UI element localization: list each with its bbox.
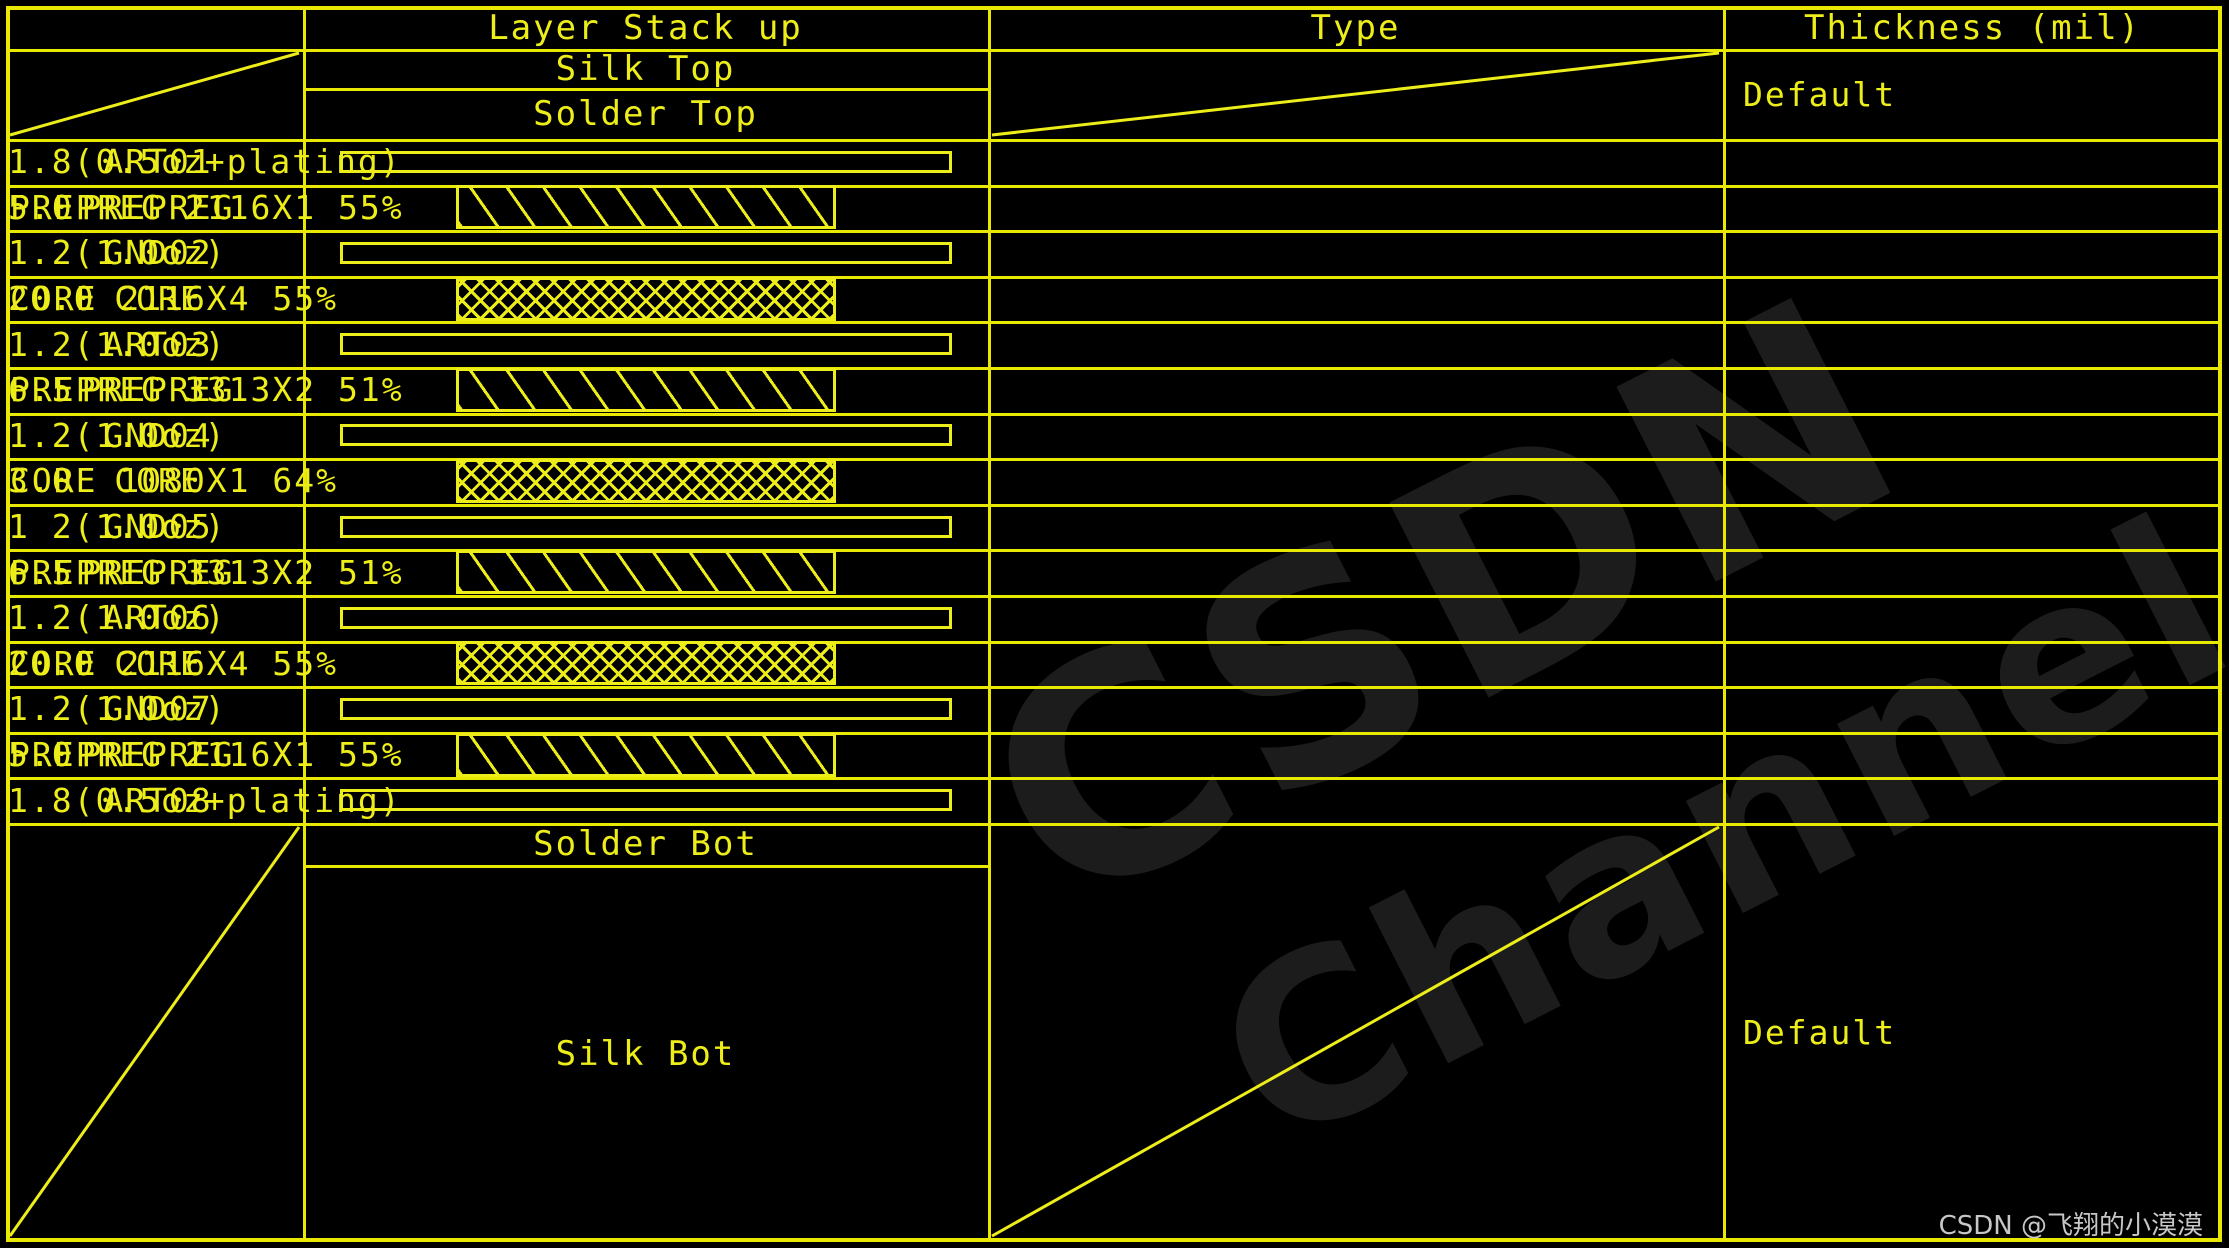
header-type: Type xyxy=(1310,7,1401,48)
stackup-shape-prepreg-5 xyxy=(455,367,836,412)
header-thickness: Thickness (mil) xyxy=(1803,7,2142,48)
stackup-shape-prepreg-9 xyxy=(455,550,836,595)
stackup-shape-copper-10 xyxy=(339,606,952,629)
stackup-shape-copper-12 xyxy=(339,698,952,720)
layer-thickness-11: 20.0 xyxy=(8,643,96,683)
na-slash-top-left xyxy=(9,51,300,137)
stackup-shape-copper-8 xyxy=(339,515,952,538)
grid-vline-stackup-type xyxy=(988,6,991,1242)
stackup-shape-core-7 xyxy=(455,459,836,503)
layer-thickness-7: 3.0 xyxy=(8,461,74,501)
na-slash-bottom-type xyxy=(991,825,1720,1238)
stackup-shape-copper-6 xyxy=(339,424,952,447)
layer-thickness-13: 5.0 xyxy=(8,735,74,775)
layer-thickness-1: 5.0 xyxy=(8,187,74,227)
row-bottom-default-thickness: Default xyxy=(1743,1013,1897,1052)
header-layer-stackup: Layer Stack up xyxy=(488,7,803,48)
row-solder-top-label: Solder Top xyxy=(533,93,758,134)
row-solder-bot-label: Solder Bot xyxy=(533,824,758,864)
stackup-shape-copper-4 xyxy=(339,333,952,356)
row-silk-top-label: Silk Top xyxy=(555,48,736,89)
row-top-default-thickness: Default xyxy=(1743,74,1897,114)
stackup-shape-copper-2 xyxy=(339,242,952,264)
layer-thickness-3: 20.0 xyxy=(8,279,96,319)
stackup-shape-copper-14 xyxy=(339,789,952,812)
csdn-credit-watermark: CSDN @飞翔的小漠漠 xyxy=(1938,1211,2203,1241)
layer-thickness-5: 6.5 xyxy=(8,370,74,410)
stackup-shape-copper-0 xyxy=(339,150,952,173)
stackup-shape-prepreg-1 xyxy=(455,185,836,230)
stackup-shape-core-11 xyxy=(455,641,836,686)
stackup-shape-prepreg-13 xyxy=(455,732,836,777)
layer-thickness-9: 6.5 xyxy=(8,552,74,592)
row-silk-bot-label: Silk Bot xyxy=(555,1033,736,1074)
na-slash-bottom-left xyxy=(8,826,301,1237)
grid-vline-type-thickness xyxy=(1723,6,1726,1242)
na-slash-top-type xyxy=(991,51,1720,137)
stackup-shape-core-3 xyxy=(455,276,836,321)
